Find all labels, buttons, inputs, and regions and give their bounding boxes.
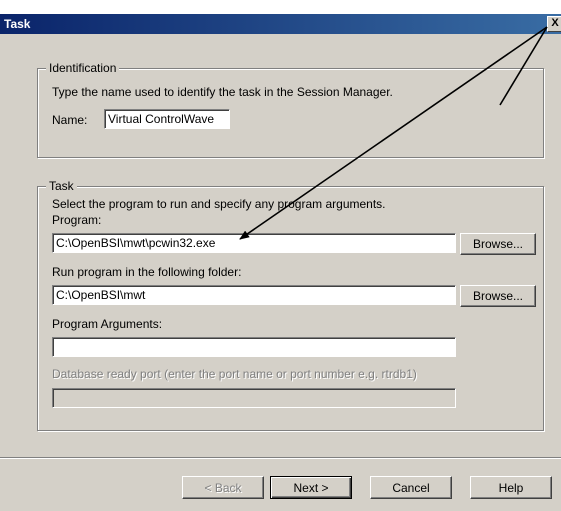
program-label: Program: [52,213,102,227]
window-title: Task [4,17,31,31]
identification-legend: Identification [46,61,120,75]
name-input[interactable] [104,109,230,129]
close-icon: X [551,17,559,29]
title-bar[interactable]: Task X [0,14,561,34]
task-dialog: Task X Identification Type the name used… [0,14,561,511]
identification-group: Identification Type the name used to ide… [37,61,544,158]
folder-browse-button[interactable]: Browse... [460,285,536,307]
database-port-input[interactable] [52,388,456,408]
program-arguments-input[interactable] [52,337,456,357]
folder-label: Run program in the following folder: [52,265,242,279]
cancel-button[interactable]: Cancel [370,476,452,499]
task-legend: Task [46,179,77,193]
name-label: Name: [52,113,88,127]
folder-input[interactable] [52,285,456,305]
database-port-label: Database ready port (enter the port name… [52,367,417,381]
program-browse-button[interactable]: Browse... [460,233,536,255]
next-button[interactable]: Next > [270,476,352,499]
button-separator [0,457,561,459]
back-button[interactable]: < Back [182,476,264,499]
identification-description: Type the name used to identify the task … [52,85,393,99]
screenshot-stage: Task X Identification Type the name used… [0,0,561,511]
task-description: Select the program to run and specify an… [52,197,386,211]
help-button[interactable]: Help [470,476,552,499]
close-button[interactable]: X [547,16,561,32]
program-input[interactable] [52,233,456,253]
program-arguments-label: Program Arguments: [52,317,163,331]
task-group: Task Select the program to run and speci… [37,179,544,431]
